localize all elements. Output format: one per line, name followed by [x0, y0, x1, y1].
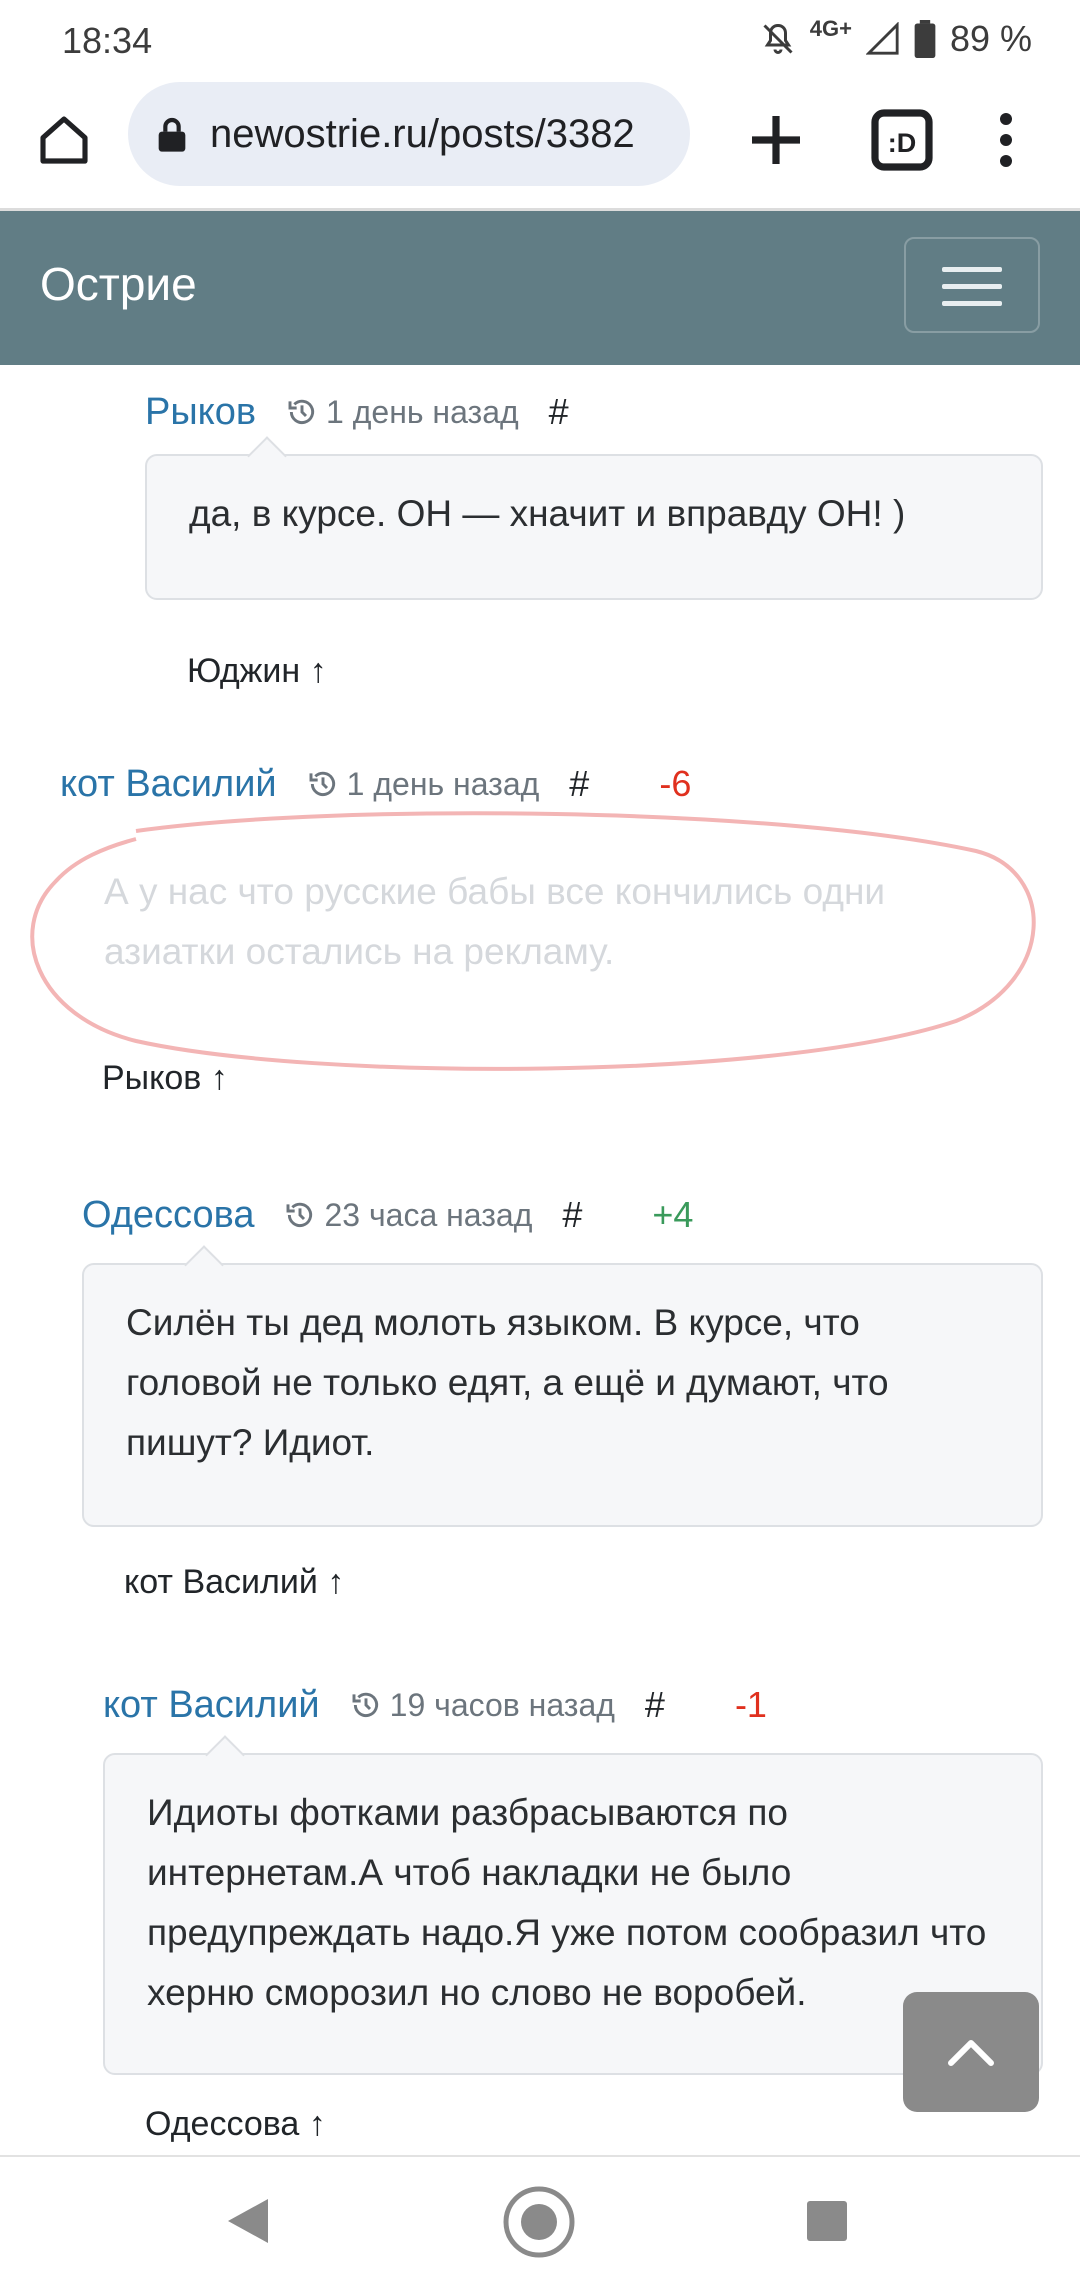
comment-permalink[interactable]: # — [569, 763, 589, 805]
home-nav-icon[interactable] — [502, 2185, 576, 2259]
battery-icon — [914, 20, 936, 58]
address-bar[interactable]: newostrie.ru/posts/3382 — [128, 82, 690, 186]
browser-toolbar: newostrie.ru/posts/3382 :D — [0, 80, 1080, 211]
comment-time-text: 19 часов назад — [389, 1686, 615, 1723]
comment-header: Рыков 1 день назад # — [145, 382, 569, 442]
comment-header: кот Василий 19 часов назад # -1 — [103, 1675, 767, 1735]
comment-text: да, в курсе. ОН — хначит и вправду ОН! ) — [189, 493, 906, 534]
comment-header: кот Василий 1 день назад # -6 — [60, 754, 691, 814]
comment-time-text: 23 часа назад — [324, 1196, 533, 1233]
comment-permalink[interactable]: # — [562, 1194, 582, 1236]
comment-time: 23 часа назад — [284, 1197, 532, 1234]
comment-author-link[interactable]: кот Василий — [60, 763, 277, 806]
comment-header: Одессова 23 часа назад # +4 — [82, 1185, 693, 1245]
comment-author-link[interactable]: Рыков — [145, 391, 256, 434]
recents-icon[interactable] — [807, 2201, 847, 2241]
battery-level: 89 % — [949, 18, 1032, 59]
comment-author-link[interactable]: кот Василий — [103, 1684, 320, 1727]
comment-author-link[interactable]: Одессова — [82, 1194, 254, 1237]
url-text: newostrie.ru/posts/3382 — [210, 112, 635, 156]
reply-to-link[interactable]: Одессова ↑ — [145, 2105, 326, 2144]
comment-body: да, в курсе. ОН — хначит и вправду ОН! ) — [145, 436, 1043, 600]
comment-text: Идиоты фотками разбрасываются по интерне… — [147, 1792, 987, 2013]
site-navbar: Острие — [0, 211, 1080, 365]
comment-score: -6 — [659, 763, 692, 804]
comment-score: +4 — [652, 1194, 694, 1235]
comment-time-text: 1 день назад — [346, 765, 540, 802]
home-button[interactable] — [28, 104, 100, 176]
site-brand[interactable]: Острие — [40, 257, 197, 311]
mute-bell-icon — [763, 23, 793, 54]
home-icon — [40, 116, 88, 164]
history-icon — [288, 399, 315, 424]
status-bar: 18:34 4G+ 89 % — [0, 0, 1080, 80]
comment-time: 1 день назад — [286, 394, 519, 431]
lock-icon — [158, 117, 186, 152]
status-time: 18:34 — [62, 20, 153, 61]
history-icon — [352, 1692, 378, 1717]
more-vert-icon[interactable] — [970, 104, 1042, 176]
chevron-up-icon — [948, 2040, 994, 2066]
status-icons: 4G+ 89 % — [760, 16, 1032, 60]
hamburger-icon — [942, 267, 1002, 272]
history-icon — [287, 1202, 313, 1227]
comments-list: Рыков 1 день назад # да, в курсе. ОН — х… — [0, 365, 1080, 2155]
history-icon — [309, 771, 335, 796]
signal-icon — [865, 22, 899, 55]
comment-text: А у нас что русские бабы все кончились о… — [104, 871, 886, 972]
comment-text: Силён ты дед молоть языком. В курсе, что… — [126, 1302, 889, 1463]
tab-count: :D — [888, 128, 917, 158]
scroll-to-top-button[interactable] — [903, 1992, 1039, 2112]
reply-to-link[interactable]: кот Василий ↑ — [124, 1563, 344, 1602]
comment-time: 1 день назад — [307, 765, 540, 803]
system-nav-bar — [0, 2155, 1080, 2282]
tabs-icon[interactable]: :D — [866, 104, 938, 176]
reply-to-link[interactable]: Рыков ↑ — [102, 1059, 228, 1098]
comment-time-text: 1 день назад — [326, 393, 519, 430]
plus-icon[interactable] — [740, 104, 812, 176]
hamburger-icon — [942, 301, 1002, 306]
comment-score: -1 — [734, 1684, 767, 1725]
comment-body: А у нас что русские бабы все кончились о… — [60, 832, 1043, 1012]
comment-permalink[interactable]: # — [549, 391, 569, 433]
comment-body: Силён ты дед молоть языком. В курсе, что… — [82, 1245, 1043, 1527]
network-type: 4G+ — [809, 16, 852, 41]
reply-to-link[interactable]: Юджин ↑ — [187, 652, 327, 691]
comment-permalink[interactable]: # — [645, 1684, 665, 1726]
comment-time: 19 часов назад — [350, 1687, 615, 1724]
navbar-toggler-button[interactable] — [904, 237, 1040, 333]
hamburger-icon — [942, 284, 1002, 289]
comment-body: Идиоты фотками разбрасываются по интерне… — [103, 1735, 1043, 2075]
back-icon[interactable] — [224, 2197, 270, 2245]
